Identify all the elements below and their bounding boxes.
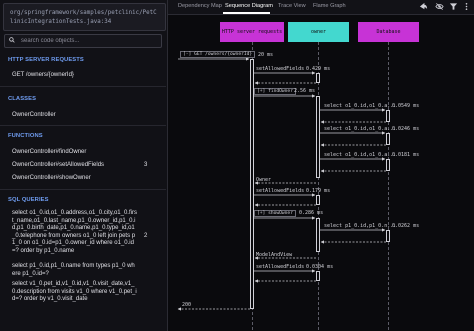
tab-sequence-diagram[interactable]: Sequence Diagram: [225, 3, 273, 9]
duration-label: 20 ms: [258, 52, 274, 58]
message-label: setAllowedFields: [256, 188, 305, 194]
message-label-sql[interactable]: select p1_0.id,p1_0.n...: [324, 223, 396, 229]
duration-label: 0.0246 ms: [392, 126, 420, 132]
duration-label: 0.429 ms: [306, 66, 331, 72]
message-label: setAllowedFields: [256, 66, 305, 72]
item-count: 2: [144, 233, 148, 239]
divider: [0, 125, 166, 126]
message-label-sql[interactable]: select o1_0.id,o1_0.a...: [324, 126, 396, 132]
more-icon[interactable]: [462, 2, 471, 11]
message-label-show-owner[interactable]: [+] showOwner: [254, 210, 296, 217]
duration-label: 0.0549 ms: [392, 103, 420, 109]
duration-label: 0.0304 ms: [306, 264, 334, 270]
list-item-class[interactable]: OwnerController: [12, 112, 56, 118]
duration-label: 0.0181 ms: [392, 152, 420, 158]
tab-bar: Dependency Map Sequence Diagram Trace Vi…: [168, 0, 474, 15]
list-item-function[interactable]: OwnerController#findOwner: [12, 149, 86, 155]
share-icon[interactable]: [419, 2, 428, 11]
sequence-diagram: HTTP server requests owner Database [-] …: [168, 15, 474, 331]
filter-icon[interactable]: [449, 2, 458, 11]
tab-trace-view[interactable]: Trace View: [278, 3, 306, 9]
duration-label: 2.56 ms: [294, 88, 316, 94]
active-tab-indicator: [223, 12, 270, 14]
divider: [0, 189, 166, 190]
return-label: ModelAndView: [256, 252, 293, 258]
search-input[interactable]: [21, 35, 155, 47]
duration-label: 0.0262 ms: [392, 223, 420, 229]
search-box[interactable]: [4, 34, 162, 48]
list-item-sql-query[interactable]: select p1_0.id,p1_0.name from types p1_0…: [12, 263, 138, 278]
divider: [0, 86, 166, 87]
tab-dependency-map[interactable]: Dependency Map: [178, 3, 222, 9]
section-title-http: HTTP SERVER REQUESTS: [8, 57, 84, 63]
eye-off-icon[interactable]: [435, 2, 444, 11]
item-count: 3: [144, 162, 148, 168]
message-label: setAllowedFields: [256, 264, 305, 270]
list-item-function[interactable]: OwnerController#showOwner: [12, 175, 91, 181]
message-label-request[interactable]: [-] GET /owners/{ownerId}: [180, 51, 256, 58]
message-label-find-owner[interactable]: [+] findOwner: [254, 88, 296, 95]
return-label-status: 200: [182, 302, 192, 308]
message-label-sql[interactable]: select o1_0.id,o1_0.a...: [324, 103, 396, 109]
search-icon: [9, 37, 15, 43]
duration-label: 0.179 ms: [306, 188, 331, 194]
tab-flame-graph[interactable]: Flame Graph: [313, 3, 346, 9]
list-item-sql-query[interactable]: select o1_0.id,o1_0.address,o1_0.city,o1…: [12, 210, 138, 256]
list-item-function[interactable]: OwnerController#setAllowedFields: [12, 162, 104, 168]
list-item-sql-query[interactable]: select v1_0.pet_id,v1_0.id,v1_0.visit_da…: [12, 281, 138, 304]
sidebar: org/springframework/samples/petclinic/Pe…: [0, 0, 168, 331]
return-label: Owner: [256, 177, 272, 183]
section-title-sql: SQL QUERIES: [8, 197, 49, 203]
file-path: org/springframework/samples/petclinic/Pe…: [10, 10, 157, 25]
message-label-sql[interactable]: select o1_0.id,o1_0.a...: [324, 152, 396, 158]
file-path-header[interactable]: org/springframework/samples/petclinic/Pe…: [3, 3, 166, 31]
list-item-http-request[interactable]: GET /owners/{ownerId}: [12, 72, 74, 78]
sequence-arrows: [177, 57, 386, 311]
section-title-classes: CLASSES: [8, 96, 37, 102]
section-title-functions: FUNCTIONS: [8, 133, 43, 139]
duration-label: 0.286 ms: [299, 210, 324, 216]
